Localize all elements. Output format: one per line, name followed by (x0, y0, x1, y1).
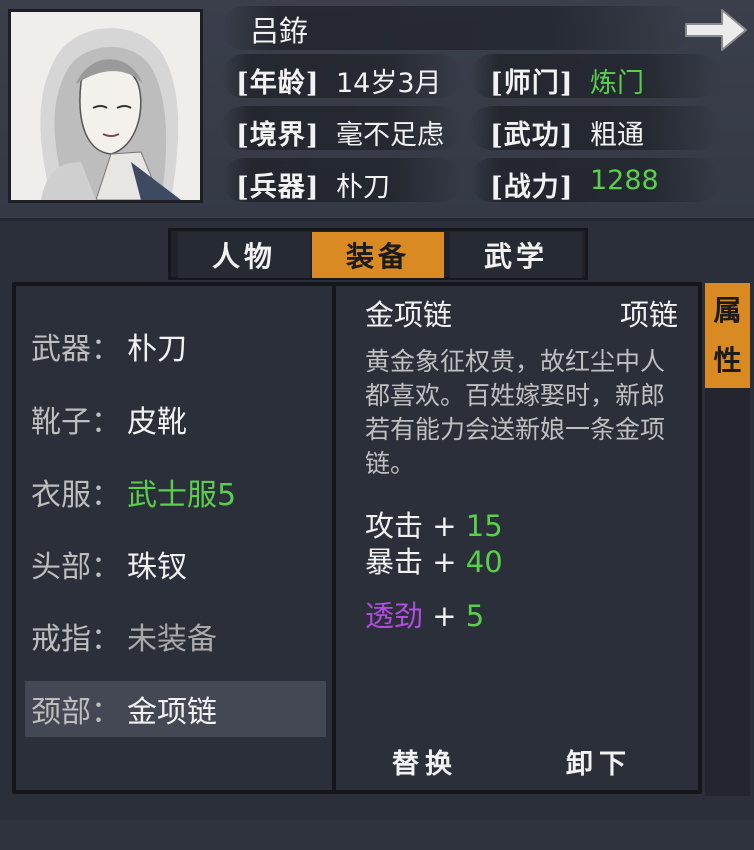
sect-label: [师门] (490, 68, 574, 99)
slot-head[interactable]: 头部： 珠钗 (25, 536, 326, 592)
stat-operator: + (423, 599, 466, 633)
unequip-button[interactable]: 卸下 (524, 737, 674, 785)
slot-value: 朴刀 (127, 332, 187, 367)
slot-neck[interactable]: 颈部： 金项链 (25, 681, 326, 737)
slot-value: 皮靴 (127, 405, 187, 440)
slot-value: 珠钗 (127, 550, 187, 585)
replace-button[interactable]: 替换 (350, 737, 500, 785)
stat-value: 40 (465, 545, 503, 579)
character-portrait (8, 9, 203, 203)
portrait-image (11, 12, 200, 200)
stat-operator: + (423, 509, 466, 543)
stat-label: 透劲 (365, 599, 424, 633)
tab-martial-arts[interactable]: 武学 (450, 232, 582, 278)
weapon-value: 朴刀 (336, 172, 390, 203)
martial-label: [武功] (490, 120, 574, 151)
slot-label: 衣服： (31, 478, 121, 513)
stat-label: 暴击 (365, 545, 424, 579)
item-type: 项链 (620, 298, 679, 332)
stat-penetration: 透劲 + 5 (365, 593, 484, 635)
slot-label: 靴子： (31, 405, 121, 440)
stat-value: 15 (465, 509, 503, 543)
weapon-label: [兵器] (236, 172, 320, 203)
realm-label: [境界] (236, 120, 320, 151)
martial-value: 粗通 (590, 120, 644, 151)
slot-label: 戒指： (31, 622, 121, 657)
slot-value: 金项链 (127, 695, 217, 730)
side-tab-strip (705, 388, 750, 796)
slot-label: 头部： (31, 550, 121, 585)
tab-character[interactable]: 人物 (178, 232, 310, 278)
item-description: 黄金象征权贵，故红尘中人都喜欢。百姓嫁娶时，新郎若有能力会送新娘一条金项链。 (365, 347, 666, 478)
slot-label: 颈部： (31, 695, 121, 730)
age-label: [年龄] (236, 68, 320, 99)
item-name: 金项链 (365, 298, 453, 332)
next-arrow-button[interactable] (682, 4, 750, 56)
stat-operator: + (423, 545, 466, 579)
tab-equipment[interactable]: 装备 (312, 232, 444, 278)
slot-clothes[interactable]: 衣服： 武士服5 (25, 464, 326, 520)
slot-boots[interactable]: 靴子： 皮靴 (25, 391, 326, 447)
realm-value: 毫不足虑 (336, 120, 444, 151)
stat-crit: 暴击 + 40 (365, 539, 503, 581)
footer-bar (0, 820, 754, 850)
slot-ring[interactable]: 戒指： 未装备 (25, 608, 326, 664)
side-tab-char: 属 (713, 293, 742, 327)
slot-weapon[interactable]: 武器： 朴刀 (25, 318, 326, 374)
slot-value: 未装备 (127, 622, 217, 657)
slot-label: 武器： (31, 332, 121, 367)
slot-value: 武士服5 (127, 478, 237, 513)
power-value: 1288 (590, 165, 659, 196)
stat-label: 攻击 (365, 509, 424, 543)
character-name: 吕銌 (250, 14, 309, 48)
sect-value: 炼门 (590, 68, 644, 99)
arrow-right-icon (685, 9, 747, 51)
age-value: 14岁3月 (336, 68, 442, 99)
side-tab-attributes[interactable]: 属 性 (705, 283, 750, 388)
power-label: [战力] (490, 172, 574, 203)
stat-value: 5 (465, 599, 485, 633)
side-tab-char: 性 (713, 343, 742, 377)
